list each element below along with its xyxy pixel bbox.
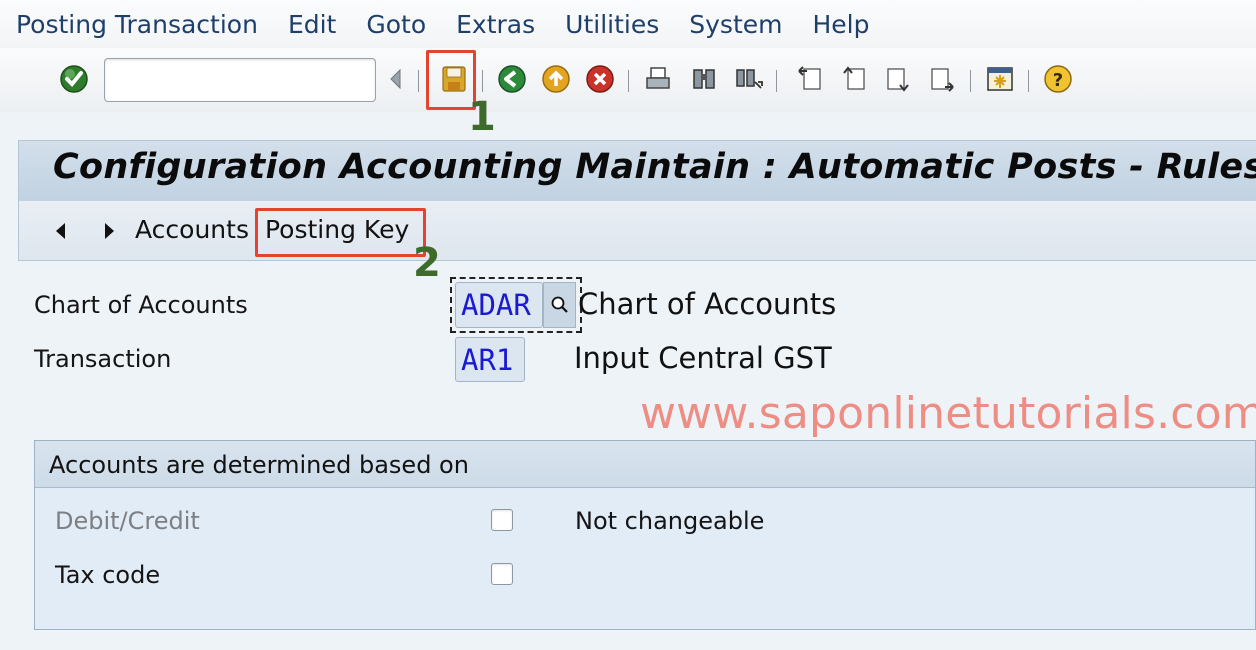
back-icon[interactable] [496, 63, 528, 95]
chart-of-accounts-label: Chart of Accounts [34, 291, 248, 319]
menu-system[interactable]: System [673, 10, 796, 39]
help-icon[interactable]: ? [1042, 63, 1074, 95]
svg-text:?: ? [1053, 70, 1063, 91]
standard-toolbar: 1 ? [0, 48, 1256, 140]
next-page-icon[interactable] [882, 63, 914, 95]
account-determination-group: Accounts are determined based on Debit/C… [34, 440, 1256, 630]
transaction-field[interactable]: AR1 [455, 337, 525, 382]
toolbar-separator [628, 70, 629, 92]
tax-code-checkbox[interactable] [491, 563, 513, 585]
command-field[interactable] [104, 58, 376, 102]
triangle-left-icon[interactable] [49, 218, 73, 244]
menu-posting-transaction[interactable]: Posting Transaction [0, 10, 272, 39]
toolbar-separator [776, 70, 777, 92]
group-title: Accounts are determined based on [49, 451, 469, 479]
menu-extras[interactable]: Extras [440, 10, 549, 39]
not-changeable-label: Not changeable [575, 507, 765, 535]
menu-goto[interactable]: Goto [350, 10, 440, 39]
chart-of-accounts-field[interactable]: ADAR [455, 282, 543, 328]
toolbar-separator [482, 70, 483, 92]
group-header: Accounts are determined based on [35, 441, 1255, 488]
posting-key-button[interactable]: Posting Key [265, 215, 409, 244]
search-help-icon[interactable] [543, 282, 576, 328]
save-highlight-number: 1 [468, 94, 496, 140]
print-icon[interactable] [642, 63, 674, 95]
toolbar-separator [1028, 70, 1029, 92]
menu-bar: Posting Transaction Edit Goto Extras Uti… [0, 0, 1256, 48]
debit-credit-checkbox[interactable] [491, 509, 513, 531]
debit-credit-label: Debit/Credit [55, 507, 200, 535]
triangle-right-icon[interactable] [97, 218, 121, 244]
menu-utilities[interactable]: Utilities [549, 10, 673, 39]
last-page-icon[interactable] [926, 63, 958, 95]
title-bar: Configuration Accounting Maintain : Auto… [18, 140, 1256, 201]
back-arrow-icon[interactable] [384, 63, 408, 95]
toolbar-separator [970, 70, 971, 92]
application-toolbar: Accounts Posting Key [18, 201, 1256, 261]
menu-edit[interactable]: Edit [272, 10, 350, 39]
previous-page-icon[interactable] [838, 63, 870, 95]
create-session-icon[interactable] [984, 63, 1016, 95]
find-icon[interactable] [688, 63, 720, 95]
watermark: www.saponlinetutorials.com [640, 388, 1256, 439]
find-next-icon[interactable] [732, 63, 764, 95]
toolbar-separator [418, 70, 419, 92]
accounts-button[interactable]: Accounts [135, 215, 249, 244]
menu-help[interactable]: Help [796, 10, 883, 39]
chart-of-accounts-description: Chart of Accounts [578, 287, 837, 321]
tax-code-label: Tax code [55, 561, 161, 589]
transaction-label: Transaction [34, 345, 172, 373]
exit-icon[interactable] [540, 63, 572, 95]
enter-icon[interactable] [58, 63, 90, 95]
cancel-icon[interactable] [584, 63, 616, 95]
save-icon[interactable] [438, 63, 470, 95]
transaction-description: Input Central GST [574, 341, 832, 375]
first-page-icon[interactable] [794, 63, 826, 95]
page-title: Configuration Accounting Maintain : Auto… [53, 147, 1256, 187]
